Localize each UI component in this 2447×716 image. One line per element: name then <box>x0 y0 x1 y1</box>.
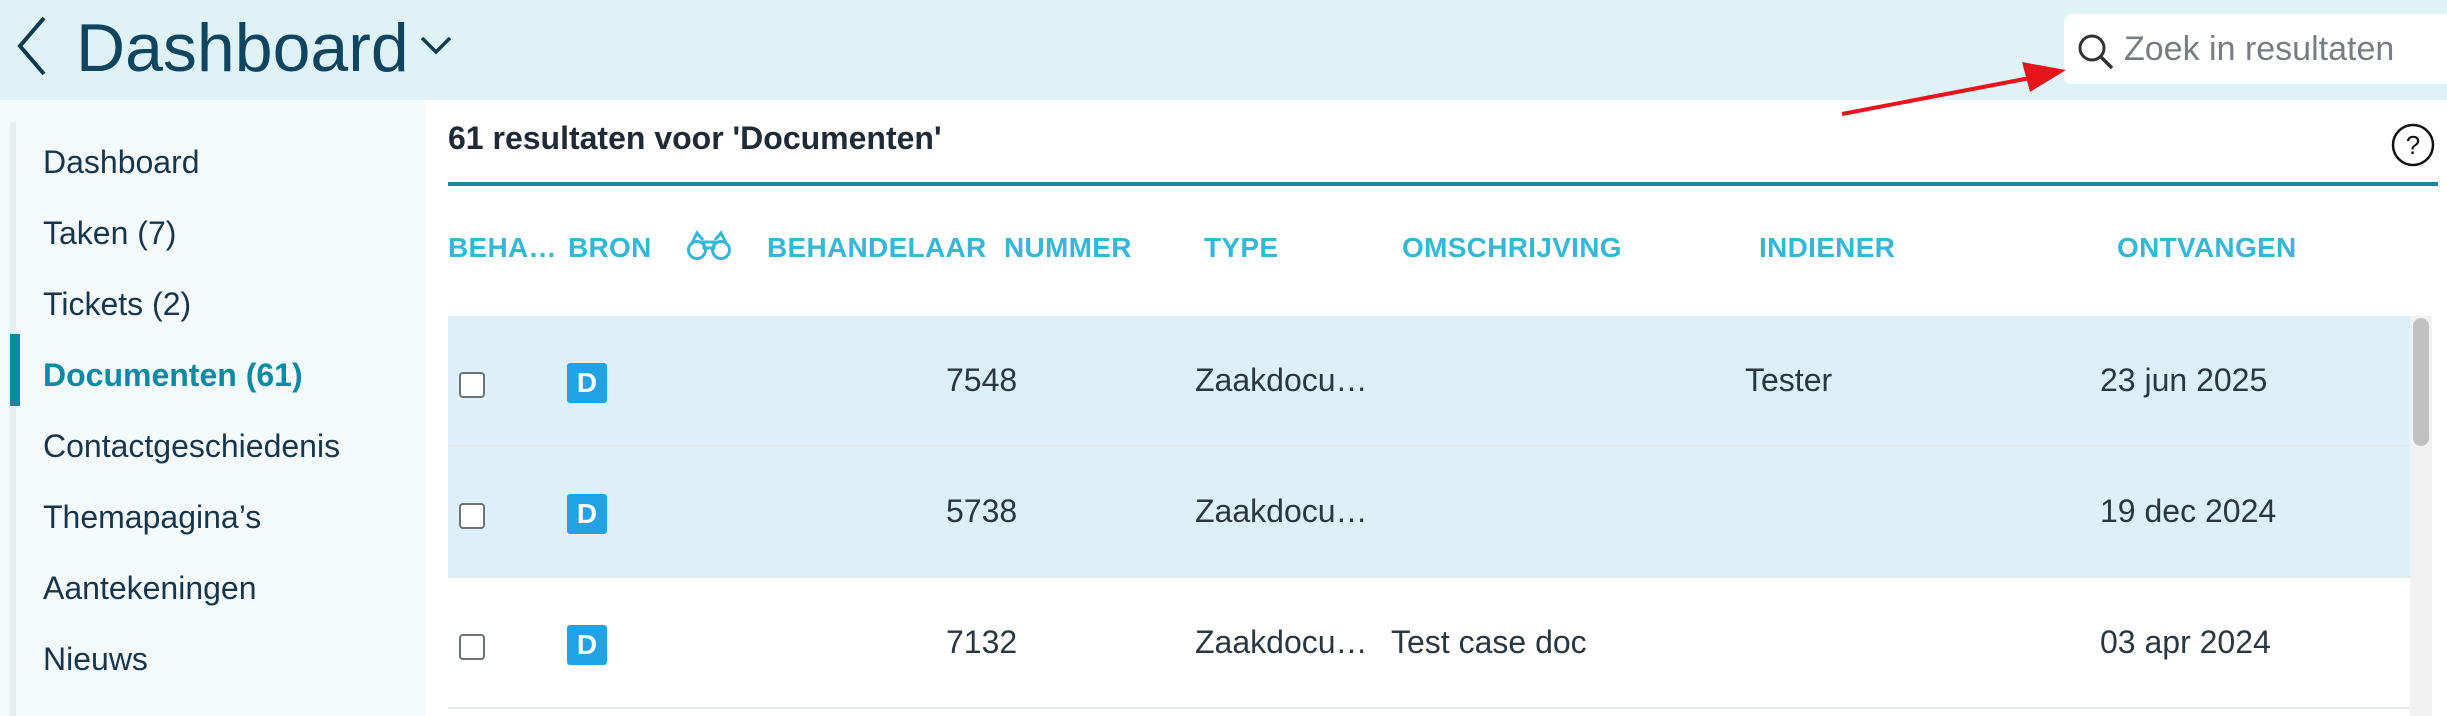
row-checkbox[interactable] <box>459 372 485 398</box>
column-header-omschrijving[interactable]: OMSCHRIJVING <box>1402 232 1622 264</box>
cell-type: Zaakdocu… <box>1195 624 1368 660</box>
column-header-type[interactable]: TYPE <box>1204 232 1278 264</box>
column-header-ontvangen[interactable]: ONTVANGEN <box>2117 232 2297 264</box>
search-box[interactable] <box>2064 14 2447 84</box>
sidebar-item-documenten[interactable]: Documenten (61) <box>43 357 303 394</box>
sidebar-rail <box>10 122 16 716</box>
cell-nummer: 7548 <box>946 362 1018 398</box>
column-header-behandelaar[interactable]: BEHANDELAAR <box>767 232 987 264</box>
cell-type: Zaakdocu… <box>1195 362 1368 398</box>
results-table: D 7548 Zaakdocu… Tester 23 jun 2025 D 57… <box>448 316 2418 716</box>
cell-indiener: Tester <box>1745 362 1833 398</box>
source-badge: D <box>567 363 607 403</box>
column-header-indiener[interactable]: INDIENER <box>1759 232 1895 264</box>
svg-text:?: ? <box>2406 130 2420 160</box>
cell-ontvangen: 03 apr 2024 <box>2100 624 2271 660</box>
sidebar: Dashboard Taken (7) Tickets (2) Document… <box>0 100 425 716</box>
cell-type: Zaakdocu… <box>1195 493 1368 529</box>
source-badge: D <box>567 625 607 665</box>
page-title: Dashboard <box>76 10 409 86</box>
table-row[interactable]: D 7548 Zaakdocu… Tester 23 jun 2025 <box>448 316 2418 447</box>
column-header-bron[interactable]: BRON <box>568 232 652 264</box>
results-title: 61 resultaten voor 'Documenten' <box>448 120 942 156</box>
top-header: Dashboard <box>0 0 2447 100</box>
row-checkbox[interactable] <box>459 634 485 660</box>
sidebar-item-dashboard[interactable]: Dashboard <box>43 144 200 181</box>
cell-nummer: 7132 <box>946 624 1018 660</box>
back-chevron-icon[interactable] <box>12 14 52 78</box>
cell-ontvangen: 23 jun 2025 <box>2100 362 2268 398</box>
table-row[interactable]: D 5738 Zaakdocu… 19 dec 2024 <box>448 447 2418 578</box>
title-divider <box>448 182 2438 186</box>
scrollbar-thumb[interactable] <box>2413 318 2429 446</box>
sidebar-item-nieuws[interactable]: Nieuws <box>43 641 148 678</box>
help-icon[interactable]: ? <box>2390 122 2436 168</box>
table-row[interactable]: D 7132 Zaakdocu… Test case doc 03 apr 20… <box>448 578 2418 709</box>
sidebar-item-tickets[interactable]: Tickets (2) <box>43 286 191 323</box>
search-input[interactable] <box>2124 24 2444 74</box>
active-indicator <box>10 334 20 406</box>
sidebar-item-aantekeningen[interactable]: Aantekeningen <box>43 570 257 607</box>
column-header-beha[interactable]: BEHA… <box>448 232 557 264</box>
column-header-nummer[interactable]: NUMMER <box>1004 232 1132 264</box>
cell-nummer: 5738 <box>946 493 1018 529</box>
sidebar-item-taken[interactable]: Taken (7) <box>43 215 176 252</box>
sidebar-item-contactgeschiedenis[interactable]: Contactgeschiedenis <box>43 428 340 465</box>
binoculars-icon[interactable] <box>686 228 732 262</box>
cell-ontvangen: 19 dec 2024 <box>2100 493 2277 529</box>
results-panel: 61 resultaten voor 'Documenten' ? BEHA… … <box>425 100 2447 716</box>
sidebar-item-themapaginas[interactable]: Themapagina’s <box>43 499 261 536</box>
cell-omschrijving: Test case doc <box>1391 624 1587 660</box>
search-icon <box>2078 34 2114 70</box>
row-checkbox[interactable] <box>459 503 485 529</box>
source-badge: D <box>567 494 607 534</box>
chevron-down-icon[interactable] <box>416 30 456 60</box>
